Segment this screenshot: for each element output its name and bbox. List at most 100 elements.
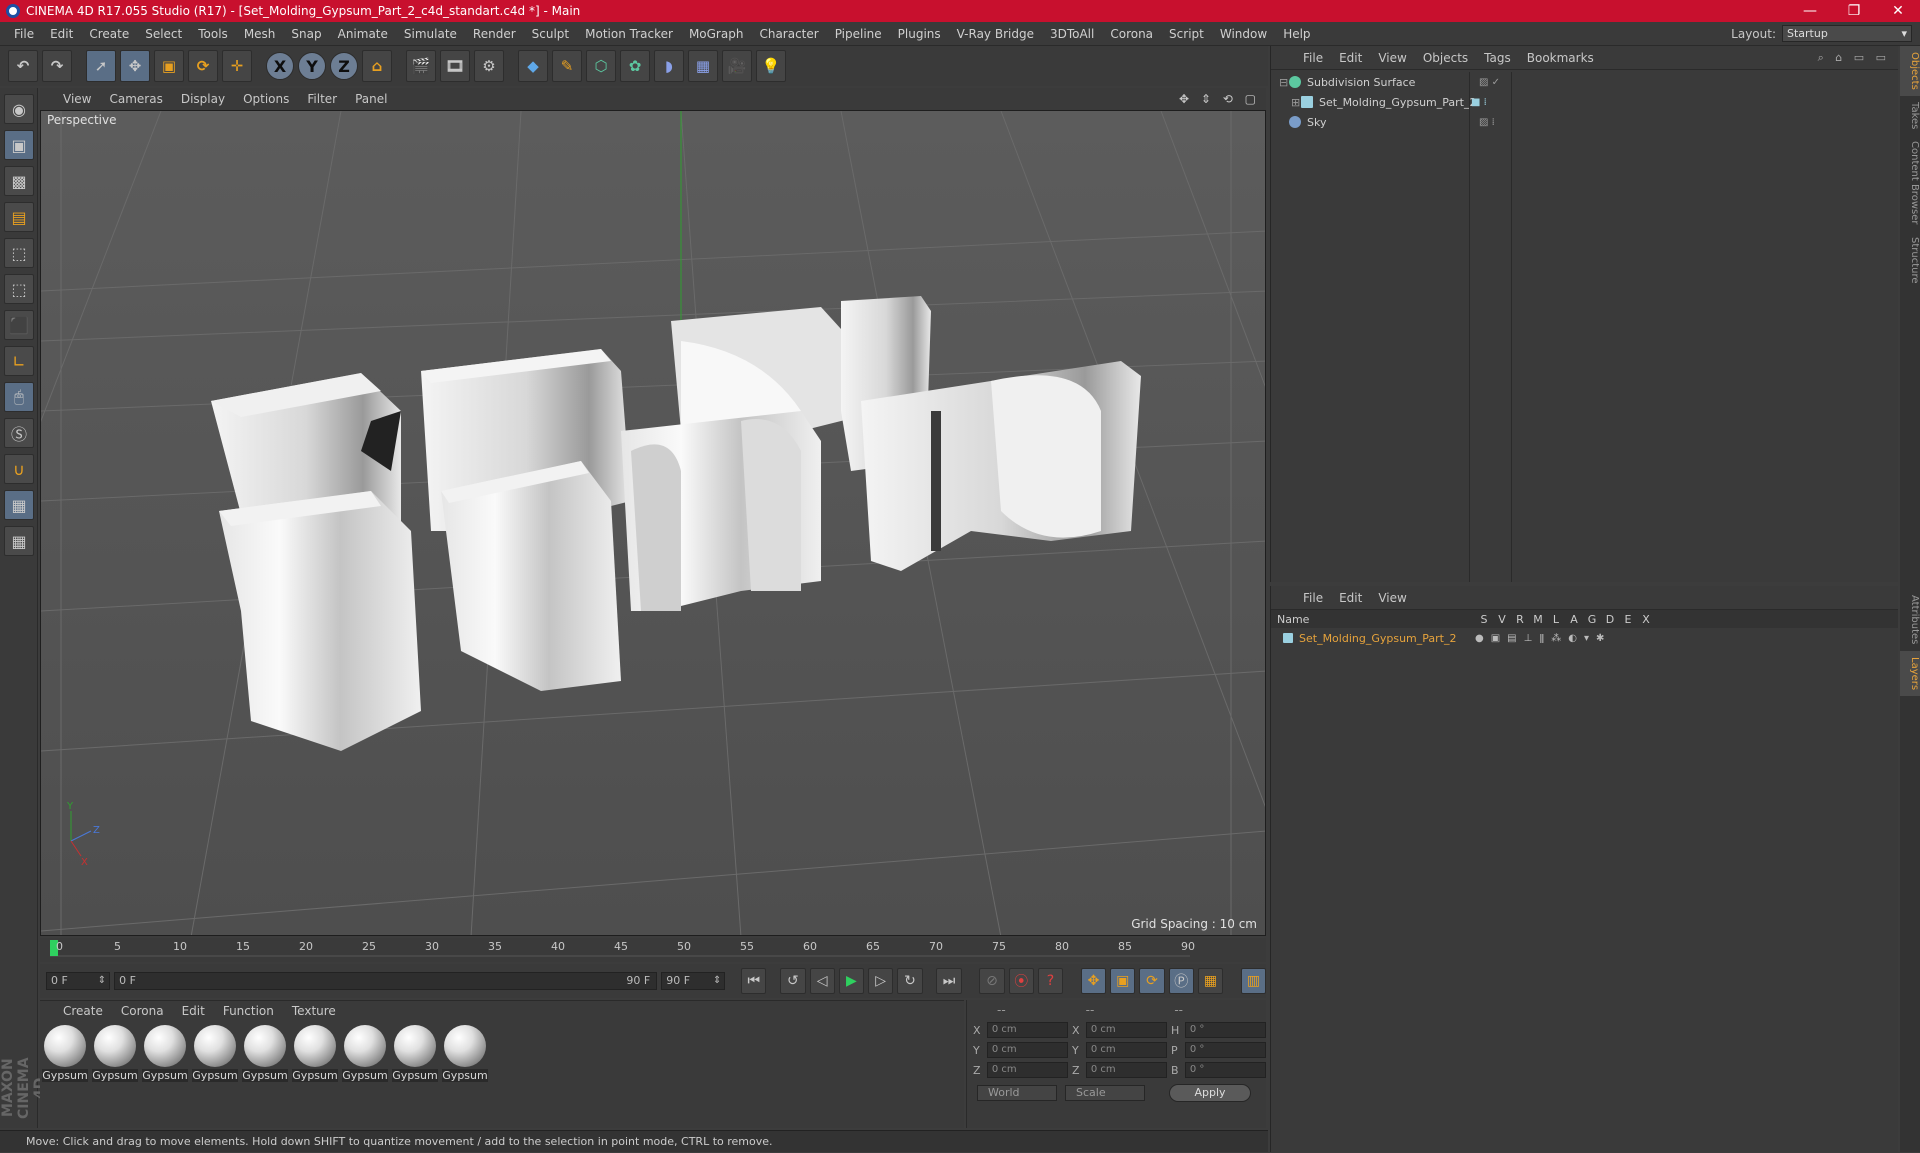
viewport-menu-options[interactable]: Options [234,92,298,106]
undo-icon[interactable]: ↶ [8,50,38,82]
menu-script[interactable]: Script [1161,27,1212,41]
grid-snap-icon[interactable]: ▦ [4,526,34,556]
minimize-button[interactable]: — [1788,3,1832,19]
viewport-menu-filter[interactable]: Filter [298,92,346,106]
polygons-mode-icon[interactable]: ⬛ [4,310,34,340]
key-pla-icon[interactable]: ▦ [1197,968,1224,994]
tab-takes[interactable]: Takes [1900,96,1920,135]
coordinate-mode-dropdown[interactable]: World [977,1085,1057,1101]
material-swatch[interactable]: Gypsum [142,1025,188,1082]
size-mode-dropdown[interactable]: Scale [1065,1085,1145,1101]
rotate-tool-icon[interactable]: ⟳ [188,50,218,82]
scale-tool-icon[interactable]: ▣ [154,50,184,82]
autokey-icon[interactable]: ⦿ [1008,968,1034,994]
material-menu-function[interactable]: Function [214,1004,283,1018]
menu-animate[interactable]: Animate [330,27,396,41]
texture-mode-icon[interactable]: ▩ [4,166,34,196]
axis-y-lock[interactable]: Y [298,52,326,80]
go-to-start-icon[interactable]: ⏮ [741,968,767,994]
key-parameter-icon[interactable]: Ⓟ [1168,968,1194,994]
timeline-ruler[interactable]: 0 5 10 15 20 25 30 35 40 45 50 55 60 65 … [40,938,1266,986]
menu-tools[interactable]: Tools [190,27,236,41]
menu-render[interactable]: Render [465,27,524,41]
material-swatch[interactable]: Gypsum [292,1025,338,1082]
object-row-subdivision-surface[interactable]: ⊟ Subdivision Surface ▨ ✓ [1279,72,1898,92]
tab-structure[interactable]: Structure [1900,231,1920,290]
material-menu-create[interactable]: Create [54,1004,112,1018]
viewport-3d[interactable]: Y Z X Perspective Grid Spacing : 10 cm [40,110,1266,936]
menu-window[interactable]: Window [1212,27,1275,41]
menu-motion-tracker[interactable]: Motion Tracker [577,27,681,41]
material-menu-edit[interactable]: Edit [173,1004,214,1018]
layers-menu-edit[interactable]: Edit [1331,591,1370,605]
rotation-p-field[interactable]: 0 ° [1184,1042,1266,1058]
subdivision-surface-icon[interactable]: ⬡ [586,50,616,82]
axis-mode-icon[interactable]: ∟ [4,346,34,376]
objects-menu-tags[interactable]: Tags [1476,51,1519,65]
menu-edit[interactable]: Edit [42,27,81,41]
viewport-nav-icons[interactable]: ✥ ⇕ ⟲ ▢ [1179,92,1266,106]
menu-create[interactable]: Create [81,27,137,41]
menu-help[interactable]: Help [1275,27,1318,41]
points-mode-icon[interactable]: ⬚ [4,238,34,268]
tab-content-browser[interactable]: Content Browser [1900,135,1920,230]
coordinate-system-icon[interactable]: ⌂ [362,50,392,82]
layer-flags[interactable]: ●▣▤⊥ǁ⁂◐▾✱ [1475,633,1611,644]
material-menu-texture[interactable]: Texture [283,1004,345,1018]
object-visibility-toggle[interactable]: ▨ ✓ [1479,77,1500,88]
live-select-icon[interactable]: ✛ [222,50,252,82]
tab-attributes[interactable]: Attributes [1900,589,1920,650]
light-icon[interactable]: 💡 [756,50,786,82]
layers-menu-view[interactable]: View [1370,591,1414,605]
render-settings-icon[interactable]: ⚙ [474,50,504,82]
apply-button[interactable]: Apply [1169,1084,1251,1102]
go-to-end-icon[interactable]: ⏭ [936,968,962,994]
menu-select[interactable]: Select [137,27,190,41]
cube-primitive-icon[interactable]: ◆ [518,50,548,82]
size-y-field[interactable]: 0 cm [1085,1042,1167,1058]
menu-sculpt[interactable]: Sculpt [524,27,577,41]
floor-icon[interactable]: ▦ [688,50,718,82]
render-picture-viewer-icon[interactable]: 🎞 [440,50,470,82]
start-frame-field[interactable]: 0 F [46,972,111,990]
viewport-menu-view[interactable]: View [54,92,100,106]
material-swatch[interactable]: Gypsum [242,1025,288,1082]
material-swatch[interactable]: Gypsum [342,1025,388,1082]
material-swatch[interactable]: Gypsum [392,1025,438,1082]
end-frame-field[interactable]: 90 F [661,972,726,990]
tweak-mode-icon[interactable]: 🖱 [4,382,34,412]
tab-objects[interactable]: Objects [1900,46,1920,96]
key-rotation-icon[interactable]: ⟳ [1139,968,1165,994]
layer-color-swatch[interactable] [1283,633,1293,643]
key-position-icon[interactable]: ✥ [1080,968,1107,994]
axis-x-lock[interactable]: X [266,52,294,80]
redo-icon[interactable]: ↷ [42,50,72,82]
play-icon[interactable]: ▶ [838,968,865,994]
menu-corona[interactable]: Corona [1102,27,1161,41]
menu-mograph[interactable]: MoGraph [681,27,752,41]
menu-3dtoall[interactable]: 3DToAll [1042,27,1102,41]
size-x-field[interactable]: 0 cm [1085,1022,1167,1038]
layer-row[interactable]: Set_Molding_Gypsum_Part_2 ●▣▤⊥ǁ⁂◐▾✱ [1271,628,1898,648]
menu-vray-bridge[interactable]: V-Ray Bridge [949,27,1042,41]
material-swatch[interactable]: Gypsum [92,1025,138,1082]
keyframe-selection-icon[interactable]: ? [1037,968,1064,994]
object-manager-search-icon[interactable]: ⌕ ⌂ ▭ ▭ [1818,51,1898,65]
select-tool-icon[interactable]: ➚ [86,50,116,82]
menu-pipeline[interactable]: Pipeline [827,27,890,41]
menu-plugins[interactable]: Plugins [890,27,949,41]
material-menu-corona[interactable]: Corona [112,1004,173,1018]
tab-layers[interactable]: Layers [1900,650,1920,696]
menu-character[interactable]: Character [751,27,826,41]
position-z-field[interactable]: 0 cm [986,1062,1068,1078]
render-view-icon[interactable]: 🎬 [406,50,436,82]
next-frame-icon[interactable]: ▷ [868,968,894,994]
make-editable-icon[interactable]: ◉ [4,94,34,124]
axis-z-lock[interactable]: Z [330,52,358,80]
object-visibility-toggle[interactable]: ▨ ⁞ [1479,117,1495,128]
rotation-h-field[interactable]: 0 ° [1184,1022,1266,1038]
objects-menu-bookmarks[interactable]: Bookmarks [1519,51,1602,65]
objects-menu-edit[interactable]: Edit [1331,51,1370,65]
cloner-icon[interactable]: ✿ [620,50,650,82]
workplane-mode-icon[interactable]: ▤ [4,202,34,232]
